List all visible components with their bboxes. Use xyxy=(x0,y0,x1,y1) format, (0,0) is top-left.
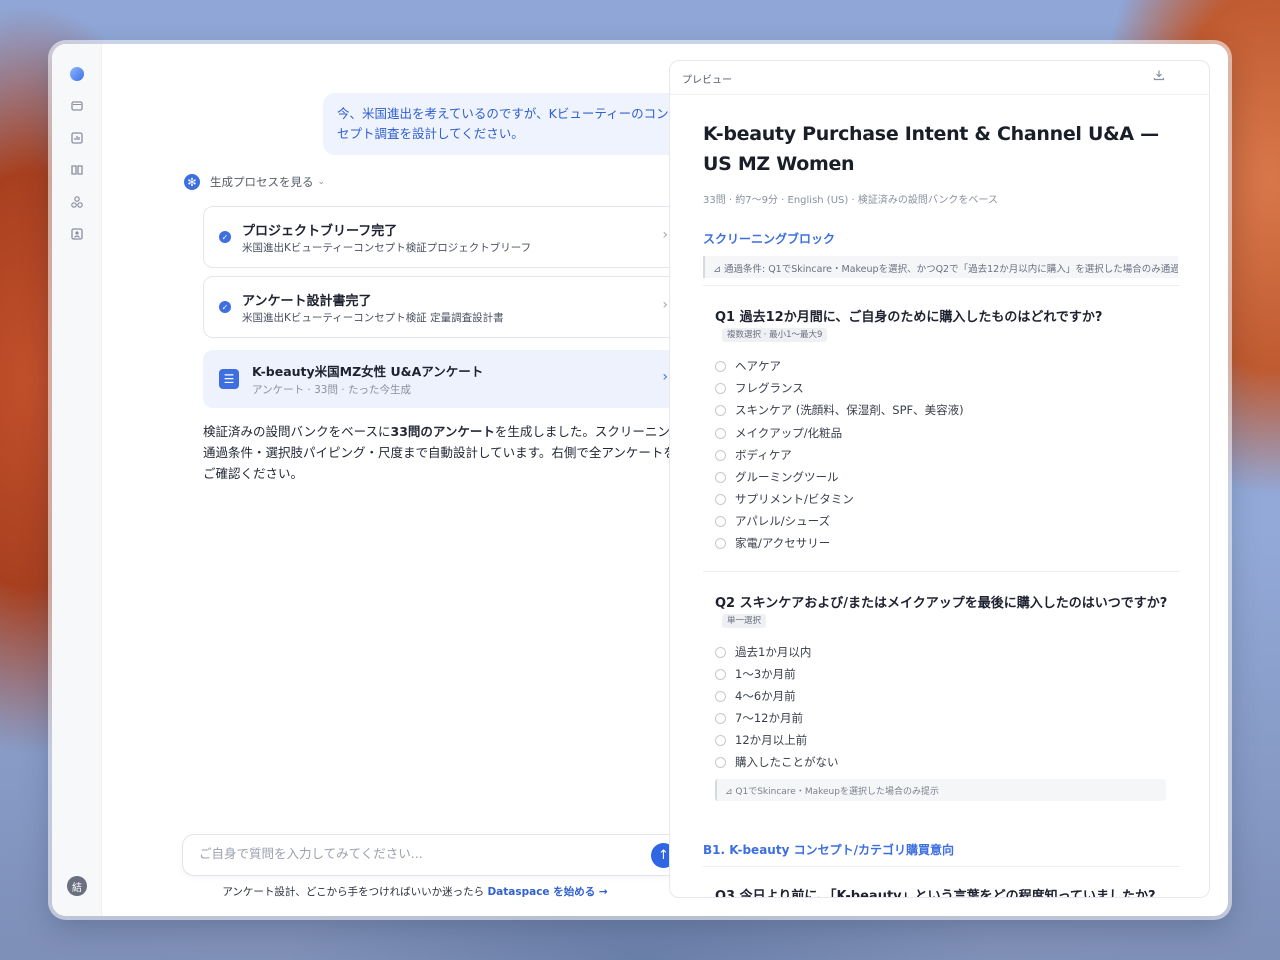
q1-option[interactable]: 家電/アクセサリー xyxy=(715,535,830,551)
section-b1-link[interactable]: B1. K-beauty コンセプト/カテゴリ購買意向 xyxy=(703,841,954,858)
q1-option[interactable]: アパレル/シューズ xyxy=(715,513,830,529)
radio-button[interactable] xyxy=(715,646,726,658)
screening-condition: ⊿ 通過条件: Q1でSkincare・Makeupを選択、かつQ2で「過去12… xyxy=(703,256,1178,278)
q2-type-tag: 単一選択 xyxy=(722,614,767,628)
chart-icon[interactable] xyxy=(67,128,87,148)
process-toggle[interactable]: ✻ 生成プロセスを見る ⌄ xyxy=(184,174,325,190)
radio-button[interactable] xyxy=(715,427,726,439)
user-avatar[interactable]: 結 xyxy=(67,876,87,896)
card-subtitle: 米国進出Kビューティーコンセプト検証プロジェクトブリーフ xyxy=(242,242,532,254)
radio-button[interactable] xyxy=(715,360,726,372)
radio-button[interactable] xyxy=(715,712,726,724)
app-logo-icon[interactable] xyxy=(67,64,87,84)
radio-button[interactable] xyxy=(715,471,726,483)
network-icon[interactable] xyxy=(67,192,87,212)
q1-option[interactable]: グルーミングツール xyxy=(715,469,839,485)
q1-option[interactable]: スキンケア (洗顔料、保湿剤、SPF、美容液) xyxy=(715,402,964,418)
preview-header: プレビュー xyxy=(670,61,1209,95)
survey-card[interactable]: ☰ K-beauty米国MZ女性 U&Aアンケート アンケート · 33問 · … xyxy=(203,350,685,408)
preview-panel: プレビュー K-beauty Purchase Intent & Channel… xyxy=(669,60,1210,898)
divider xyxy=(703,285,1180,286)
radio-button[interactable] xyxy=(715,493,726,505)
radio-button[interactable] xyxy=(715,668,726,680)
design-doc-card[interactable]: ✓ アンケート設計書完了 米国進出Kビューティーコンセプト検証 定量調査設計書 … xyxy=(203,276,685,338)
chevron-down-icon: ⌄ xyxy=(317,177,326,187)
radio-button[interactable] xyxy=(715,537,726,549)
list-document-icon: ☰ xyxy=(219,369,239,389)
q2-option[interactable]: 7〜12か月前 xyxy=(715,710,803,726)
chevron-right-icon: › xyxy=(662,297,668,313)
q3-title: Q3 今日より前に、「K-beauty」という言葉をどの程度知っていましたか? xyxy=(715,889,1156,898)
card-title: プロジェクトブリーフ完了 xyxy=(242,224,398,239)
check-circle-icon: ✓ xyxy=(219,231,231,243)
process-toggle-label: 生成プロセスを見る xyxy=(210,175,314,189)
q2-option[interactable]: 4〜6か月前 xyxy=(715,688,796,704)
chevron-right-icon: › xyxy=(662,369,668,385)
q1-type-tag: 複数選択 · 最小1〜最大9 xyxy=(722,328,828,342)
divider xyxy=(703,571,1180,572)
app-window: 結 今、米国進出を考えているのですが、Kビューティーのコンセプト調査を設計してく… xyxy=(52,44,1228,916)
profile-card-icon[interactable] xyxy=(67,224,87,244)
survey-card-title: K-beauty米国MZ女性 U&Aアンケート xyxy=(252,364,484,379)
footer-hint: アンケート設計、どこから手をつければいいか迷ったら Dataspace を始める… xyxy=(102,884,728,899)
preview-label: プレビュー xyxy=(682,75,732,86)
q1-title: Q1 過去12か月間に、ご自身のために購入したものはどれですか? xyxy=(715,310,1103,325)
dataspace-link[interactable]: Dataspace を始める → xyxy=(487,886,607,898)
card-title: アンケート設計書完了 xyxy=(242,294,372,309)
book-icon[interactable] xyxy=(67,160,87,180)
assistant-summary: 検証済みの設問バンクをベースに33問のアンケートを生成しました。スクリーニング通… xyxy=(203,424,683,481)
branch-icon: ⊿ xyxy=(713,264,724,275)
radio-button[interactable] xyxy=(715,449,726,461)
q1-option[interactable]: ボディケア xyxy=(715,447,792,463)
q1-option[interactable]: フレグランス xyxy=(715,380,804,396)
brief-complete-card[interactable]: ✓ プロジェクトブリーフ完了 米国進出Kビューティーコンセプト検証プロジェクトブ… xyxy=(203,206,685,268)
q2-option[interactable]: 12か月以上前 xyxy=(715,732,807,748)
footer-hint-text: アンケート設計、どこから手をつければいいか迷ったら xyxy=(222,886,485,898)
q2-display-condition: ⊿ Q1でSkincare・Makeupを選択した場合のみ提示 xyxy=(715,779,1166,801)
chat-panel: 今、米国進出を考えているのですが、Kビューティーのコンセプト調査を設計してくださ… xyxy=(102,44,685,916)
user-message-bubble: 今、米国進出を考えているのですが、Kビューティーのコンセプト調査を設計してくださ… xyxy=(323,93,685,155)
radio-button[interactable] xyxy=(715,690,726,702)
radio-button[interactable] xyxy=(715,515,726,527)
check-circle-icon: ✓ xyxy=(219,301,231,313)
chevron-right-icon: › xyxy=(662,227,668,243)
radio-button[interactable] xyxy=(715,734,726,746)
divider xyxy=(703,866,1180,867)
q2-option[interactable]: 1〜3か月前 xyxy=(715,666,796,682)
radio-button[interactable] xyxy=(715,382,726,394)
screening-block-link[interactable]: スクリーニングブロック xyxy=(703,230,835,247)
assistant-star-icon: ✻ xyxy=(184,174,200,190)
download-icon[interactable] xyxy=(1153,69,1165,84)
q1-option[interactable]: メイクアップ/化粧品 xyxy=(715,425,842,441)
q2-option[interactable]: 購入したことがない xyxy=(715,754,839,770)
q1-option[interactable]: ヘアケア xyxy=(715,358,781,374)
survey-title: K-beauty Purchase Intent & Channel U&A —… xyxy=(703,123,1159,175)
q2-option[interactable]: 過去1か月以内 xyxy=(715,644,811,660)
radio-button[interactable] xyxy=(715,756,726,768)
chat-input[interactable] xyxy=(199,846,639,861)
card-subtitle: 米国進出Kビューティーコンセプト検証 定量調査設計書 xyxy=(242,312,504,324)
survey-card-subtitle: アンケート · 33問 · たった今生成 xyxy=(252,384,411,396)
arrow-up-icon: ↑ xyxy=(658,848,669,863)
survey-meta: 33問 · 約7〜9分 · English (US) · 検証済みの設問バンクを… xyxy=(703,195,998,206)
radio-button[interactable] xyxy=(715,404,726,416)
branch-icon: ⊿ xyxy=(725,787,736,797)
q1-option[interactable]: サプリメント/ビタミン xyxy=(715,491,854,507)
q2-title: Q2 スキンケアおよび/またはメイクアップを最後に購入したのはいつですか? xyxy=(715,596,1168,611)
left-rail: 結 xyxy=(52,44,102,916)
chat-input-box: ↑ xyxy=(182,834,685,876)
chat-icon[interactable] xyxy=(67,96,87,116)
